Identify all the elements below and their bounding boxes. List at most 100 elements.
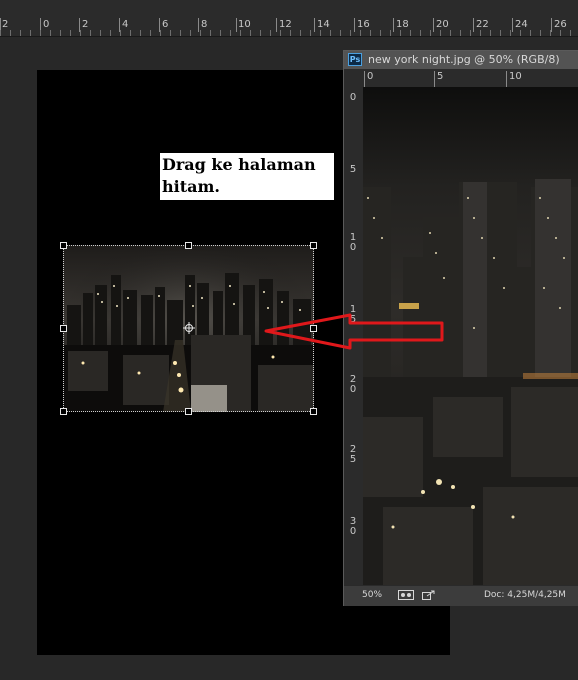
ruler-tick (364, 71, 365, 87)
city-night-photo-large (363, 87, 578, 585)
ruler-minor-tick (180, 30, 181, 36)
ruler-label: 1 5 (349, 304, 357, 325)
ruler-minor-tick (140, 30, 141, 36)
ruler-minor-tick (300, 30, 301, 36)
ruler-minor-tick (530, 30, 531, 36)
ruler-label: 8 (201, 19, 208, 30)
document-status-bar: 50% Doc: 4,25M/4,25M (344, 585, 578, 606)
ruler-minor-tick (20, 30, 21, 36)
instruction-line-1: Drag ke halaman (162, 155, 316, 174)
transform-handle-right[interactable] (310, 325, 317, 332)
transform-handle-bottom[interactable] (185, 408, 192, 415)
ruler-minor-tick (210, 30, 211, 36)
ruler-minor-tick (460, 30, 461, 36)
transform-handle-bottom-right[interactable] (310, 408, 317, 415)
ruler-minor-tick (330, 30, 331, 36)
ruler-label: 18 (396, 19, 409, 30)
ruler-minor-tick (30, 30, 31, 36)
ruler-label: 22 (476, 19, 489, 30)
ruler-label: 0 (367, 71, 374, 82)
ruler-minor-tick (170, 30, 171, 36)
document-title: new york night.jpg @ 50% (RGB/8) (368, 53, 560, 66)
ruler-minor-tick (400, 30, 401, 36)
transform-handle-top-left[interactable] (60, 242, 67, 249)
ruler-minor-tick (60, 30, 61, 36)
ruler-minor-tick (190, 30, 191, 36)
transform-handle-top[interactable] (185, 242, 192, 249)
ruler-tick (434, 71, 435, 87)
ruler-minor-tick (430, 30, 431, 36)
ruler-label: 20 (436, 19, 449, 30)
photoshop-icon: Ps (348, 53, 362, 66)
ruler-label: 4 (122, 19, 129, 30)
ruler-label: 1 0 (349, 232, 357, 253)
document-vertical-ruler[interactable]: 0 5 1 0 1 5 2 0 2 5 3 0 (344, 87, 364, 585)
ruler-minor-tick (560, 30, 561, 36)
reference-point-icon[interactable] (183, 322, 195, 334)
ruler-minor-tick (10, 30, 11, 36)
ruler-tick (473, 18, 474, 32)
ruler-minor-tick (70, 30, 71, 36)
ruler-minor-tick (160, 30, 161, 36)
ruler-minor-tick (520, 30, 521, 36)
top-ruler[interactable]: 2 0 2 4 6 8 10 12 14 16 18 20 22 24 26 (0, 0, 578, 37)
ruler-label: 2 0 (349, 374, 357, 395)
ruler-tick (276, 18, 277, 32)
ruler-minor-tick (500, 30, 501, 36)
instruction-note: Drag ke halaman hitam. (160, 153, 334, 200)
ruler-minor-tick (250, 30, 251, 36)
ruler-minor-tick (410, 30, 411, 36)
ruler-minor-tick (110, 30, 111, 36)
ruler-minor-tick (380, 30, 381, 36)
ruler-label: 10 (238, 19, 251, 30)
document-image-area[interactable] (363, 87, 578, 585)
ruler-label: 2 5 (349, 444, 357, 465)
ruler-minor-tick (240, 30, 241, 36)
ruler-label: 5 (437, 71, 444, 82)
document-horizontal-ruler[interactable]: 0 5 10 (363, 69, 578, 88)
document-size-info[interactable]: Doc: 4,25M/4,25M (484, 590, 566, 600)
transform-handle-left[interactable] (60, 325, 67, 332)
ruler-label: 24 (515, 19, 528, 30)
ruler-minor-tick (120, 30, 121, 36)
ruler-origin[interactable] (344, 69, 364, 88)
ruler-tick (433, 18, 434, 32)
ruler-minor-tick (90, 30, 91, 36)
instruction-line-2: hitam. (162, 177, 220, 196)
ruler-minor-tick (150, 30, 151, 36)
ruler-minor-tick (480, 30, 481, 36)
ruler-tick (393, 18, 394, 32)
ruler-label: 6 (162, 19, 169, 30)
ruler-minor-tick (360, 30, 361, 36)
ruler-minor-tick (290, 30, 291, 36)
zoom-level[interactable]: 50% (362, 590, 382, 600)
transform-handle-bottom-left[interactable] (60, 408, 67, 415)
ruler-minor-tick (510, 30, 511, 36)
preview-icon[interactable] (398, 590, 414, 600)
ruler-minor-tick (570, 30, 571, 36)
ruler-minor-tick (320, 30, 321, 36)
ruler-tick (198, 18, 199, 32)
document-title-bar[interactable]: Ps new york night.jpg @ 50% (RGB/8) (344, 51, 578, 69)
ruler-tick (512, 18, 513, 32)
share-arrow-icon[interactable] (422, 590, 436, 600)
ruler-tick (236, 18, 237, 32)
ruler-minor-tick (230, 30, 231, 36)
document-window[interactable]: Ps new york night.jpg @ 50% (RGB/8) 0 5 … (343, 50, 578, 606)
ruler-label: 2 (2, 19, 9, 30)
ruler-minor-tick (130, 30, 131, 36)
ruler-minor-tick (450, 30, 451, 36)
ruler-minor-tick (220, 30, 221, 36)
ruler-label: 16 (357, 19, 370, 30)
ruler-label: 2 (82, 19, 89, 30)
ruler-minor-tick (470, 30, 471, 36)
ruler-minor-tick (260, 30, 261, 36)
ruler-minor-tick (310, 30, 311, 36)
ruler-label: 14 (317, 19, 330, 30)
ruler-minor-tick (420, 30, 421, 36)
ruler-label: 0 (43, 19, 50, 30)
ruler-minor-tick (80, 30, 81, 36)
ruler-minor-tick (50, 30, 51, 36)
transform-handle-top-right[interactable] (310, 242, 317, 249)
ruler-tick (314, 18, 315, 32)
